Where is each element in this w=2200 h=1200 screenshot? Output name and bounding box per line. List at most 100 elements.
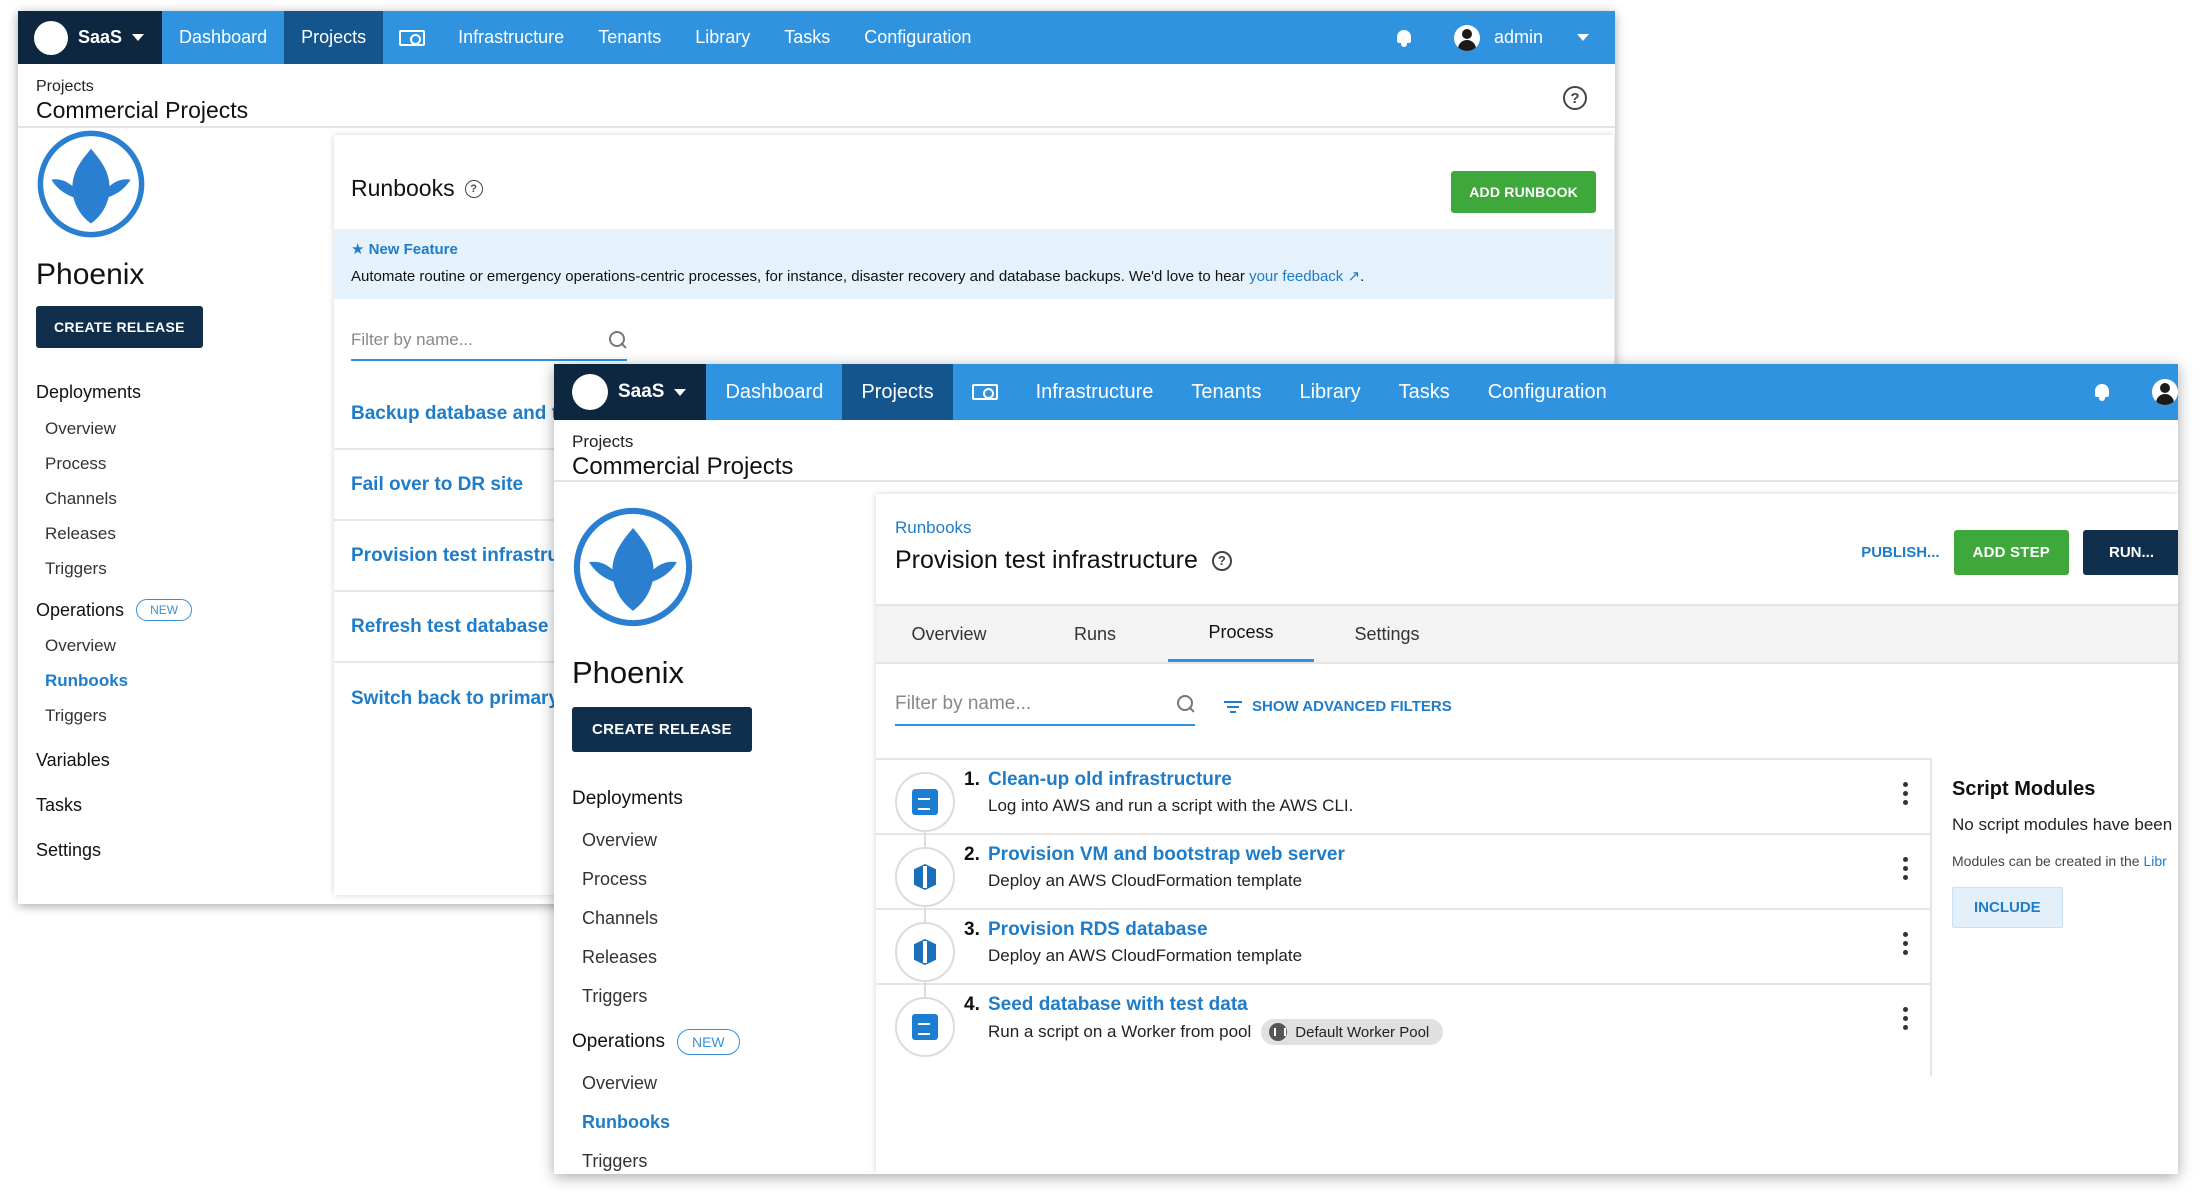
step-name[interactable]: Clean-up old infrastructure bbox=[988, 769, 1232, 791]
nav-library[interactable]: Library bbox=[1280, 364, 1379, 420]
nav-tasks[interactable]: Tasks bbox=[1380, 364, 1469, 420]
step-number: 1. bbox=[964, 769, 980, 790]
publish-button[interactable]: PUBLISH... bbox=[1861, 544, 1939, 561]
help-icon[interactable]: ? bbox=[1563, 86, 1587, 110]
space-switcher[interactable]: SaaS bbox=[18, 11, 163, 64]
script-modules-panel: Script Modules No script modules have be… bbox=[1930, 758, 2178, 1076]
sidebar-section-deployments[interactable]: Deployments bbox=[572, 788, 872, 810]
step-number: 2. bbox=[964, 844, 980, 865]
add-runbook-button[interactable]: ADD RUNBOOK bbox=[1451, 171, 1596, 213]
external-link-icon[interactable]: ↗ bbox=[1343, 268, 1360, 285]
tab-runs[interactable]: Runs bbox=[1022, 606, 1168, 662]
runbooks-breadcrumb[interactable]: Runbooks bbox=[895, 518, 972, 538]
sidebar-item-runbooks[interactable]: Runbooks bbox=[572, 1112, 872, 1133]
search-icon bbox=[609, 331, 627, 349]
help-icon[interactable]: ? bbox=[1211, 550, 1232, 571]
sidebar-item-runbooks[interactable]: Runbooks bbox=[36, 671, 336, 691]
sidebar-section-tasks[interactable]: Tasks bbox=[36, 795, 336, 816]
create-release-button[interactable]: CREATE RELEASE bbox=[36, 306, 203, 348]
runbook-filter-input[interactable]: Filter by name... bbox=[351, 321, 627, 361]
sidebar-section-settings[interactable]: Settings bbox=[36, 840, 336, 861]
nav-search[interactable] bbox=[383, 11, 441, 64]
sidebar-item-channels[interactable]: Channels bbox=[572, 908, 872, 929]
nav-dashboard[interactable]: Dashboard bbox=[706, 364, 842, 420]
library-link[interactable]: Libr bbox=[2143, 853, 2166, 869]
search-screen-icon bbox=[971, 384, 998, 400]
process-step[interactable]: 1. Clean-up old infrastructure Log into … bbox=[876, 760, 1930, 835]
include-button[interactable]: INCLUDE bbox=[1952, 887, 2063, 928]
run-button[interactable]: RUN... bbox=[2083, 530, 2178, 575]
nav-infrastructure[interactable]: Infrastructure bbox=[1017, 364, 1173, 420]
script-modules-hint: Modules can be created in the Libr bbox=[1952, 853, 2178, 869]
avatar[interactable] bbox=[2152, 379, 2178, 405]
runbook-tabs: Overview Runs Process Settings bbox=[876, 604, 2178, 664]
sidebar-item-ops-triggers[interactable]: Triggers bbox=[572, 1151, 872, 1172]
step-number: 4. bbox=[964, 994, 980, 1015]
step-name[interactable]: Provision VM and bootstrap web server bbox=[988, 844, 1345, 866]
project-name: Phoenix bbox=[36, 258, 145, 291]
nav-tenants[interactable]: Tenants bbox=[1172, 364, 1280, 420]
tab-process[interactable]: Process bbox=[1168, 606, 1314, 662]
step-name[interactable]: Provision RDS database bbox=[988, 919, 1208, 941]
more-options-icon[interactable] bbox=[1903, 857, 1908, 880]
step-name[interactable]: Seed database with test data bbox=[988, 994, 1248, 1016]
process-step[interactable]: 2. Provision VM and bootstrap web server… bbox=[876, 835, 1930, 910]
bell-icon[interactable] bbox=[2094, 383, 2110, 401]
nav-configuration[interactable]: Configuration bbox=[1469, 364, 1626, 420]
create-release-button[interactable]: CREATE RELEASE bbox=[572, 707, 752, 752]
process-step[interactable]: 3. Provision RDS database Deploy an AWS … bbox=[876, 910, 1930, 985]
sidebar-item-process[interactable]: Process bbox=[572, 869, 872, 890]
step-filter-input[interactable]: Filter by name... bbox=[895, 684, 1195, 726]
sidebar-item-channels[interactable]: Channels bbox=[36, 489, 336, 509]
sidebar-section-deployments[interactable]: Deployments bbox=[36, 382, 336, 403]
worker-pool-icon bbox=[1269, 1023, 1288, 1041]
sidebar-item-ops-overview[interactable]: Overview bbox=[36, 636, 336, 656]
sidebar-section-operations[interactable]: Operations NEW bbox=[36, 599, 336, 621]
space-switcher[interactable]: SaaS bbox=[554, 364, 707, 420]
sidebar-item-releases[interactable]: Releases bbox=[36, 524, 336, 544]
sidebar-item-ops-overview[interactable]: Overview bbox=[572, 1073, 872, 1094]
nav-projects[interactable]: Projects bbox=[284, 11, 384, 64]
nav-infrastructure[interactable]: Infrastructure bbox=[441, 11, 581, 64]
more-options-icon[interactable] bbox=[1903, 1007, 1908, 1030]
sidebar-item-overview[interactable]: Overview bbox=[572, 830, 872, 851]
nav-configuration[interactable]: Configuration bbox=[847, 11, 988, 64]
more-options-icon[interactable] bbox=[1903, 932, 1908, 955]
chevron-down-icon[interactable] bbox=[1577, 34, 1589, 41]
chevron-down-icon bbox=[674, 388, 687, 396]
hint-text: Modules can be created in the bbox=[1952, 853, 2140, 869]
sidebar-section-variables[interactable]: Variables bbox=[36, 750, 336, 771]
sidebar-item-overview[interactable]: Overview bbox=[36, 419, 336, 439]
sidebar-item-releases[interactable]: Releases bbox=[572, 947, 872, 968]
bell-icon[interactable] bbox=[1396, 29, 1412, 47]
sidebar-section-operations[interactable]: Operations NEW bbox=[572, 1029, 872, 1055]
add-step-button[interactable]: ADD STEP bbox=[1953, 530, 2069, 575]
tab-overview[interactable]: Overview bbox=[876, 606, 1022, 662]
avatar[interactable] bbox=[1453, 24, 1480, 51]
nav-tasks[interactable]: Tasks bbox=[767, 11, 847, 64]
sidebar-item-triggers[interactable]: Triggers bbox=[36, 559, 336, 579]
filter-placeholder: Filter by name... bbox=[895, 693, 1032, 714]
show-advanced-filters-button[interactable]: SHOW ADVANCED FILTERS bbox=[1224, 698, 1452, 715]
sidebar-item-process[interactable]: Process bbox=[36, 454, 336, 474]
sidebar-item-triggers[interactable]: Triggers bbox=[572, 986, 872, 1007]
user-name[interactable]: admin bbox=[1494, 27, 1543, 48]
nav-projects[interactable]: Projects bbox=[842, 364, 953, 420]
nav-dashboard[interactable]: Dashboard bbox=[162, 11, 284, 64]
script-modules-empty: No script modules have been bbox=[1952, 815, 2173, 834]
step-desc-text: Deploy an AWS CloudFormation template bbox=[988, 946, 1303, 965]
feedback-link[interactable]: your feedback bbox=[1249, 268, 1343, 285]
new-feature-banner: ★ New Feature Automate routine or emerge… bbox=[334, 229, 1614, 299]
breadcrumb-parent[interactable]: Projects bbox=[572, 432, 2178, 452]
tab-settings[interactable]: Settings bbox=[1314, 606, 1460, 662]
nav-tenants[interactable]: Tenants bbox=[581, 11, 678, 64]
breadcrumb-parent[interactable]: Projects bbox=[36, 78, 1615, 96]
script-modules-title: Script Modules bbox=[1952, 778, 2096, 800]
help-icon[interactable]: ? bbox=[464, 179, 483, 198]
process-step[interactable]: 4. Seed database with test data Run a sc… bbox=[876, 985, 1930, 1060]
more-options-icon[interactable] bbox=[1903, 782, 1908, 805]
project-sidebar: Phoenix CREATE RELEASE Deployments Overv… bbox=[36, 129, 336, 861]
nav-library[interactable]: Library bbox=[678, 11, 767, 64]
sidebar-item-ops-triggers[interactable]: Triggers bbox=[36, 706, 336, 726]
nav-search[interactable] bbox=[953, 364, 1017, 420]
